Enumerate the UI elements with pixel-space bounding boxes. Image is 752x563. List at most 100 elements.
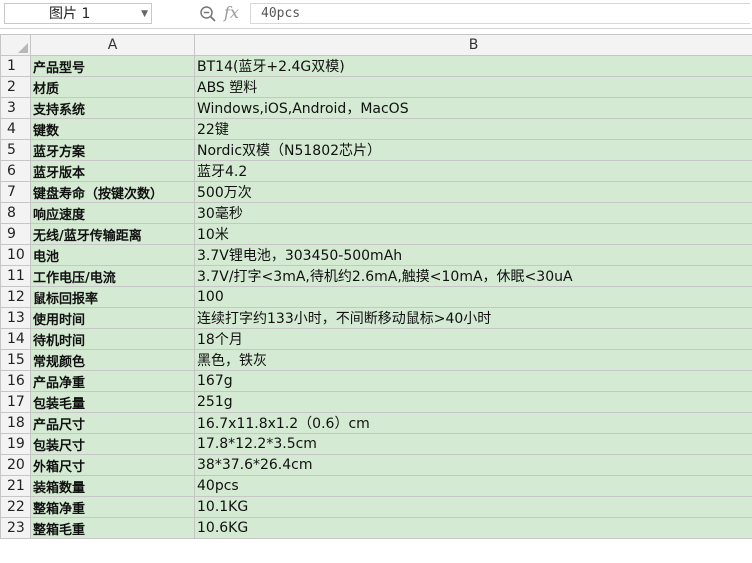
row-header[interactable]: 23 <box>0 517 31 539</box>
table-row: 1 产品型号 BT14(蓝牙+2.4G双模) <box>0 55 752 77</box>
row-header[interactable]: 16 <box>0 370 31 392</box>
cell-label[interactable]: 电池 <box>30 244 195 266</box>
row-header[interactable]: 19 <box>0 433 31 455</box>
cell-label[interactable]: 整箱净重 <box>30 496 195 518</box>
table-row: 10 电池 3.7V锂电池，303450-500mAh <box>0 244 752 266</box>
cell-label[interactable]: 无线/蓝牙传输距离 <box>30 223 195 245</box>
cell-label[interactable]: 常规颜色 <box>30 349 195 371</box>
cell-value[interactable]: 100 <box>194 286 752 308</box>
table-row: 8 响应速度 30毫秒 <box>0 202 752 224</box>
cell-value[interactable]: 500万次 <box>194 181 752 203</box>
formula-input[interactable]: 40pcs <box>250 3 750 24</box>
row-header[interactable]: 2 <box>0 76 31 98</box>
cell-value[interactable]: 3.7V/打字<3mA,待机约2.6mA,触摸<10mA，休眠<30uA <box>194 265 752 287</box>
table-row: 22 整箱净重 10.1KG <box>0 496 752 518</box>
table-row: 13 使用时间 连续打字约133小时，不间断移动鼠标>40小时 <box>0 307 752 329</box>
row-header[interactable]: 4 <box>0 118 31 140</box>
row-header[interactable]: 21 <box>0 475 31 497</box>
name-box[interactable]: 图片 1 ▼ <box>4 3 152 24</box>
row-header[interactable]: 11 <box>0 265 31 287</box>
cell-value[interactable]: 17.8*12.2*3.5cm <box>194 433 752 455</box>
row-header[interactable]: 12 <box>0 286 31 308</box>
cell-label[interactable]: 鼠标回报率 <box>30 286 195 308</box>
cell-value[interactable]: 22键 <box>194 118 752 140</box>
formula-value: 40pcs <box>261 6 301 21</box>
cell-value[interactable]: 10米 <box>194 223 752 245</box>
row-header[interactable]: 15 <box>0 349 31 371</box>
cell-value[interactable]: 30毫秒 <box>194 202 752 224</box>
cell-label[interactable]: 包装毛量 <box>30 391 195 413</box>
select-all-corner[interactable] <box>0 34 31 56</box>
row-header[interactable]: 6 <box>0 160 31 182</box>
spreadsheet-grid: A B 1 产品型号 BT14(蓝牙+2.4G双模) 2 材质 ABS 塑料 3 支持系统 Wi… <box>0 34 752 539</box>
table-row: 7 键盘寿命（按键次数） 500万次 <box>0 181 752 203</box>
cell-label[interactable]: 外箱尺寸 <box>30 454 195 476</box>
table-row: 12 鼠标回报率 100 <box>0 286 752 308</box>
cell-label[interactable]: 产品型号 <box>30 55 195 77</box>
cell-value[interactable]: Nordic双模（N51802芯片） <box>194 139 752 161</box>
row-header[interactable]: 1 <box>0 55 31 77</box>
row-header[interactable]: 7 <box>0 181 31 203</box>
function-icon[interactable]: fx <box>224 3 239 23</box>
cell-value[interactable]: 连续打字约133小时，不间断移动鼠标>40小时 <box>194 307 752 329</box>
table-row: 15 常规颜色 黑色，铁灰 <box>0 349 752 371</box>
cell-value[interactable]: ABS 塑料 <box>194 76 752 98</box>
chevron-down-icon[interactable]: ▼ <box>141 5 148 23</box>
cell-value[interactable]: 16.7x11.8x1.2（0.6）cm <box>194 412 752 434</box>
cell-value[interactable]: 蓝牙4.2 <box>194 160 752 182</box>
table-row: 3 支持系统 Windows,iOS,Android，MacOS <box>0 97 752 119</box>
row-header[interactable]: 9 <box>0 223 31 245</box>
table-row: 9 无线/蓝牙传输距离 10米 <box>0 223 752 245</box>
table-row: 6 蓝牙版本 蓝牙4.2 <box>0 160 752 182</box>
cell-label[interactable]: 使用时间 <box>30 307 195 329</box>
column-header-b[interactable]: B <box>194 34 752 56</box>
row-header[interactable]: 18 <box>0 412 31 434</box>
table-row: 18 产品尺寸 16.7x11.8x1.2（0.6）cm <box>0 412 752 434</box>
table-row: 16 产品净重 167g <box>0 370 752 392</box>
cell-label[interactable]: 键数 <box>30 118 195 140</box>
cell-value[interactable]: 251g <box>194 391 752 413</box>
cell-label[interactable]: 产品尺寸 <box>30 412 195 434</box>
cell-label[interactable]: 蓝牙方案 <box>30 139 195 161</box>
row-header[interactable]: 10 <box>0 244 31 266</box>
cell-value[interactable]: 10.1KG <box>194 496 752 518</box>
cell-label[interactable]: 产品净重 <box>30 370 195 392</box>
column-header-a[interactable]: A <box>30 34 195 56</box>
cell-value[interactable]: Windows,iOS,Android，MacOS <box>194 97 752 119</box>
cell-label[interactable]: 响应速度 <box>30 202 195 224</box>
row-header[interactable]: 22 <box>0 496 31 518</box>
cell-value[interactable]: 18个月 <box>194 328 752 350</box>
spreadsheet-window: 图片 1 ▼ fx 40pcs A B 1 产品型号 BT14(蓝牙+2.4G双模)… <box>0 0 752 563</box>
row-header[interactable]: 14 <box>0 328 31 350</box>
cell-label[interactable]: 键盘寿命（按键次数） <box>30 181 195 203</box>
row-header[interactable]: 8 <box>0 202 31 224</box>
cell-label[interactable]: 蓝牙版本 <box>30 160 195 182</box>
row-header[interactable]: 5 <box>0 139 31 161</box>
table-row: 23 整箱毛重 10.6KG <box>0 517 752 539</box>
cell-label[interactable]: 材质 <box>30 76 195 98</box>
cell-label[interactable]: 整箱毛重 <box>30 517 195 539</box>
zoom-out-icon[interactable] <box>199 5 217 23</box>
table-row: 17 包装毛量 251g <box>0 391 752 413</box>
cell-value[interactable]: 10.6KG <box>194 517 752 539</box>
sheet-body: 1 产品型号 BT14(蓝牙+2.4G双模) 2 材质 ABS 塑料 3 支持系统 Window… <box>0 55 752 539</box>
cell-label[interactable]: 包装尺寸 <box>30 433 195 455</box>
cell-label[interactable]: 支持系统 <box>30 97 195 119</box>
row-header[interactable]: 13 <box>0 307 31 329</box>
cell-label[interactable]: 待机时间 <box>30 328 195 350</box>
cell-value[interactable]: 3.7V锂电池，303450-500mAh <box>194 244 752 266</box>
cell-value[interactable]: 167g <box>194 370 752 392</box>
table-row: 19 包装尺寸 17.8*12.2*3.5cm <box>0 433 752 455</box>
cell-value[interactable]: BT14(蓝牙+2.4G双模) <box>194 55 752 77</box>
cell-value[interactable]: 40pcs <box>194 475 752 497</box>
cell-label[interactable]: 装箱数量 <box>30 475 195 497</box>
table-row: 4 键数 22键 <box>0 118 752 140</box>
row-header[interactable]: 20 <box>0 454 31 476</box>
cell-label[interactable]: 工作电压/电流 <box>30 265 195 287</box>
cell-value[interactable]: 黑色，铁灰 <box>194 349 752 371</box>
table-row: 21 装箱数量 40pcs <box>0 475 752 497</box>
row-header[interactable]: 3 <box>0 97 31 119</box>
cell-value[interactable]: 38*37.6*26.4cm <box>194 454 752 476</box>
row-header[interactable]: 17 <box>0 391 31 413</box>
select-all-icon <box>18 43 28 53</box>
